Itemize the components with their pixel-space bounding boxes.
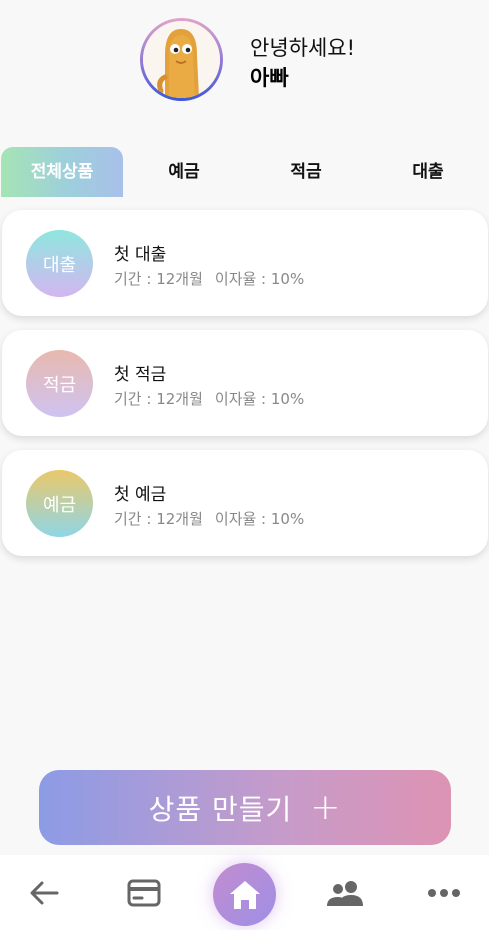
- product-details: 기간 : 12개월 이자율 : 10%: [114, 268, 304, 289]
- create-product-label: 상품 만들기: [148, 792, 293, 826]
- product-rate: 이자율 : 10%: [214, 390, 305, 408]
- username: 아빠: [250, 66, 289, 90]
- create-product-button[interactable]: 상품 만들기 +: [39, 770, 451, 845]
- arrow-left-icon: [30, 881, 59, 904]
- header: 안녕하세요! 아빠: [0, 0, 489, 120]
- product-card[interactable]: 예금 첫 예금 기간 : 12개월 이자율 : 10%: [2, 450, 488, 556]
- avatar[interactable]: [140, 18, 223, 101]
- product-name: 첫 적금: [114, 365, 167, 385]
- nav-more-button[interactable]: [414, 855, 474, 930]
- product-rate: 이자율 : 10%: [214, 510, 305, 528]
- back-button[interactable]: [14, 855, 74, 930]
- people-icon: [327, 880, 363, 906]
- tab-all-products[interactable]: 전체상품: [1, 147, 123, 197]
- product-term: 기간 : 12개월: [114, 390, 203, 408]
- nav-people-button[interactable]: [315, 855, 375, 930]
- tab-savings[interactable]: 적금: [245, 147, 367, 197]
- tab-deposit[interactable]: 예금: [123, 147, 245, 197]
- nav-home-button[interactable]: [213, 863, 276, 926]
- card-icon: [127, 879, 161, 906]
- plus-icon: +: [310, 787, 342, 828]
- product-details: 기간 : 12개월 이자율 : 10%: [114, 508, 304, 529]
- product-term: 기간 : 12개월: [114, 270, 203, 288]
- greeting-text: 안녕하세요!: [250, 36, 356, 60]
- product-name: 첫 예금: [114, 485, 167, 505]
- product-name: 첫 대출: [114, 245, 167, 265]
- bottom-nav: [0, 855, 489, 930]
- product-card[interactable]: 대출 첫 대출 기간 : 12개월 이자율 : 10%: [2, 210, 488, 316]
- character-image: [143, 21, 220, 98]
- more-icon: [428, 888, 460, 897]
- nav-card-button[interactable]: [114, 855, 174, 930]
- deposit-type-badge: 예금: [26, 470, 93, 537]
- loan-type-badge: 대출: [26, 230, 93, 297]
- savings-type-badge: 적금: [26, 350, 93, 417]
- tab-loan[interactable]: 대출: [367, 147, 489, 197]
- home-icon: [229, 880, 260, 909]
- product-term: 기간 : 12개월: [114, 510, 203, 528]
- product-tabs: 전체상품 예금 적금 대출: [0, 147, 489, 197]
- product-details: 기간 : 12개월 이자율 : 10%: [114, 388, 304, 409]
- product-card[interactable]: 적금 첫 적금 기간 : 12개월 이자율 : 10%: [2, 330, 488, 436]
- product-rate: 이자율 : 10%: [214, 270, 305, 288]
